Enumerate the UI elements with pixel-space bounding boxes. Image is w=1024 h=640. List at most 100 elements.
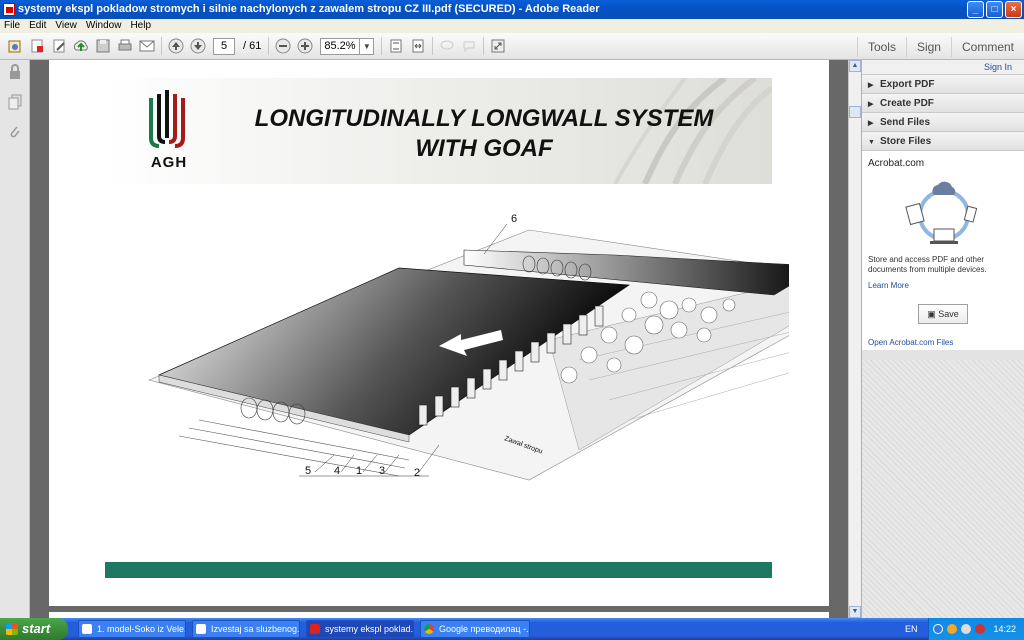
save-icon: ▣ xyxy=(927,309,939,319)
taskbar-item-label: Izvestaj sa sluzbenog... xyxy=(211,624,300,634)
start-button[interactable]: start xyxy=(0,618,68,640)
slide-title: LONGITUDINALLY LONGWALL SYSTEM WITH GOAF xyxy=(219,104,749,164)
toolbar-divider xyxy=(381,37,383,55)
window-title: systemy ekspl pokladow stromych i silnie… xyxy=(18,3,600,15)
export-pdf-label: Export PDF xyxy=(880,79,935,90)
email-icon[interactable] xyxy=(136,35,158,57)
store-files-label: Store Files xyxy=(880,136,932,147)
figure-label-5: 5 xyxy=(305,465,311,477)
create-pdf-section[interactable]: ▶ Create PDF xyxy=(862,93,1024,112)
next-page-icon[interactable] xyxy=(187,35,209,57)
zoom-value: 85.2% xyxy=(324,39,356,52)
app-icon xyxy=(196,624,206,634)
scroll-up-icon[interactable]: ▲ xyxy=(849,60,861,72)
create-pdf-label: Create PDF xyxy=(880,98,934,109)
fullscreen-icon[interactable] xyxy=(487,35,509,57)
zoom-select[interactable]: 85.2% ▼ xyxy=(320,37,375,55)
chevron-down-icon[interactable]: ▼ xyxy=(359,38,373,54)
create-pdf-icon[interactable] xyxy=(26,35,48,57)
learn-more-link[interactable]: Learn More xyxy=(868,281,909,290)
language-indicator[interactable]: EN xyxy=(905,618,918,640)
page-thumbnails-icon[interactable] xyxy=(0,90,29,120)
taskbar-item[interactable]: Izvestaj sa sluzbenog... xyxy=(192,620,300,638)
scroll-down-icon[interactable]: ▼ xyxy=(849,606,861,618)
save-icon[interactable] xyxy=(92,35,114,57)
page-number-input[interactable]: 5 xyxy=(213,37,235,55)
chrome-icon xyxy=(424,624,434,634)
taskbar-item[interactable]: 1. model-Soko iz Vele... xyxy=(78,620,186,638)
expand-arrow-icon: ▶ xyxy=(868,120,874,127)
toolbar-divider xyxy=(161,37,162,55)
store-files-description: Store and access PDF and other documents… xyxy=(868,255,987,274)
page-count: / 61 xyxy=(243,40,262,52)
fit-width-icon[interactable] xyxy=(407,35,429,57)
clock: 14:22 xyxy=(993,624,1016,634)
slide-footer-bar xyxy=(105,562,772,578)
maximize-button[interactable]: □ xyxy=(986,1,1003,18)
network-icon[interactable] xyxy=(933,624,943,634)
open-icon[interactable] xyxy=(4,35,26,57)
sign-tab[interactable]: Sign xyxy=(905,36,951,57)
pdf-page: AGH LONGITUDINALLY LONGWALL SYSTEM WITH … xyxy=(49,60,829,606)
zoom-out-icon[interactable] xyxy=(272,35,294,57)
toolbar: 5 / 61 85.2% ▼ Tools Sign Comment xyxy=(0,33,1024,60)
taskbar-item-label: Google преводилац -... xyxy=(439,624,530,634)
expand-arrow-icon: ▶ xyxy=(868,101,874,108)
menu-view[interactable]: View xyxy=(55,19,77,33)
toolbar-divider xyxy=(483,37,485,55)
menu-bar: File Edit View Window Help xyxy=(0,19,1024,33)
open-acrobat-files-link[interactable]: Open Acrobat.com Files xyxy=(868,338,953,347)
close-button[interactable]: × xyxy=(1005,1,1022,18)
taskbar-item[interactable]: Google преводилац -... xyxy=(420,620,530,638)
cloud-upload-icon[interactable] xyxy=(70,35,92,57)
export-pdf-section[interactable]: ▶ Export PDF xyxy=(862,74,1024,93)
comment-tab[interactable]: Comment xyxy=(950,36,1024,57)
taskbar-item-active[interactable]: systemy ekspl poklad... xyxy=(306,620,414,638)
system-tray: EN 14:22 xyxy=(905,618,1024,640)
menu-help[interactable]: Help xyxy=(130,19,151,33)
menu-edit[interactable]: Edit xyxy=(29,19,46,33)
tools-pane: Sign In ▶ Export PDF ▶ Create PDF ▶ Send Fi… xyxy=(861,60,1024,618)
volume-icon[interactable] xyxy=(961,624,971,634)
document-viewport[interactable]: AGH LONGITUDINALLY LONGWALL SYSTEM WITH … xyxy=(30,60,848,622)
attachment-icon[interactable] xyxy=(0,120,29,150)
start-label: start xyxy=(22,621,51,636)
zoom-in-icon[interactable] xyxy=(294,35,316,57)
store-files-section[interactable]: ▼ Store Files xyxy=(862,131,1024,150)
sign-in-link[interactable]: Sign In xyxy=(862,60,1024,74)
app-icon xyxy=(82,624,92,634)
previous-page-icon[interactable] xyxy=(165,35,187,57)
taskbar-item-label: systemy ekspl poklad... xyxy=(325,624,414,634)
security-icon[interactable] xyxy=(947,624,957,634)
comment-icon xyxy=(436,35,458,57)
logo-text: AGH xyxy=(150,154,188,171)
lock-icon[interactable] xyxy=(0,60,29,90)
figure-label-3: 3 xyxy=(379,465,385,477)
menu-file[interactable]: File xyxy=(4,19,20,33)
figure-label-1: 1 xyxy=(356,465,362,477)
toolbar-divider xyxy=(432,37,434,55)
agh-logo: AGH xyxy=(145,88,193,174)
scroll-thumb[interactable] xyxy=(849,106,861,118)
alert-icon[interactable] xyxy=(975,624,985,634)
send-files-label: Send Files xyxy=(880,117,931,128)
send-files-section[interactable]: ▶ Send Files xyxy=(862,112,1024,131)
minimize-button[interactable]: _ xyxy=(967,1,984,18)
pane-empty-area xyxy=(862,360,1024,618)
expand-arrow-icon: ▶ xyxy=(868,82,874,89)
windows-taskbar: start 1. model-Soko iz Vele... Izvestaj … xyxy=(0,618,1024,640)
save-button-label: Save xyxy=(938,309,959,319)
highlight-icon xyxy=(458,35,480,57)
print-icon[interactable] xyxy=(114,35,136,57)
edit-icon[interactable] xyxy=(48,35,70,57)
vertical-scrollbar[interactable]: ▲ ▼ xyxy=(848,60,861,618)
fit-page-icon[interactable] xyxy=(385,35,407,57)
adobe-reader-icon xyxy=(3,3,15,16)
save-to-cloud-button[interactable]: ▣ Save xyxy=(918,304,968,324)
toolbar-divider xyxy=(268,37,270,55)
acrobat-com-heading: Acrobat.com xyxy=(868,158,925,169)
menu-window[interactable]: Window xyxy=(86,19,122,33)
figure-label-2: 2 xyxy=(414,467,420,479)
slide-title-line1: LONGITUDINALLY LONGWALL SYSTEM xyxy=(254,105,714,132)
tools-tab[interactable]: Tools xyxy=(856,36,906,57)
